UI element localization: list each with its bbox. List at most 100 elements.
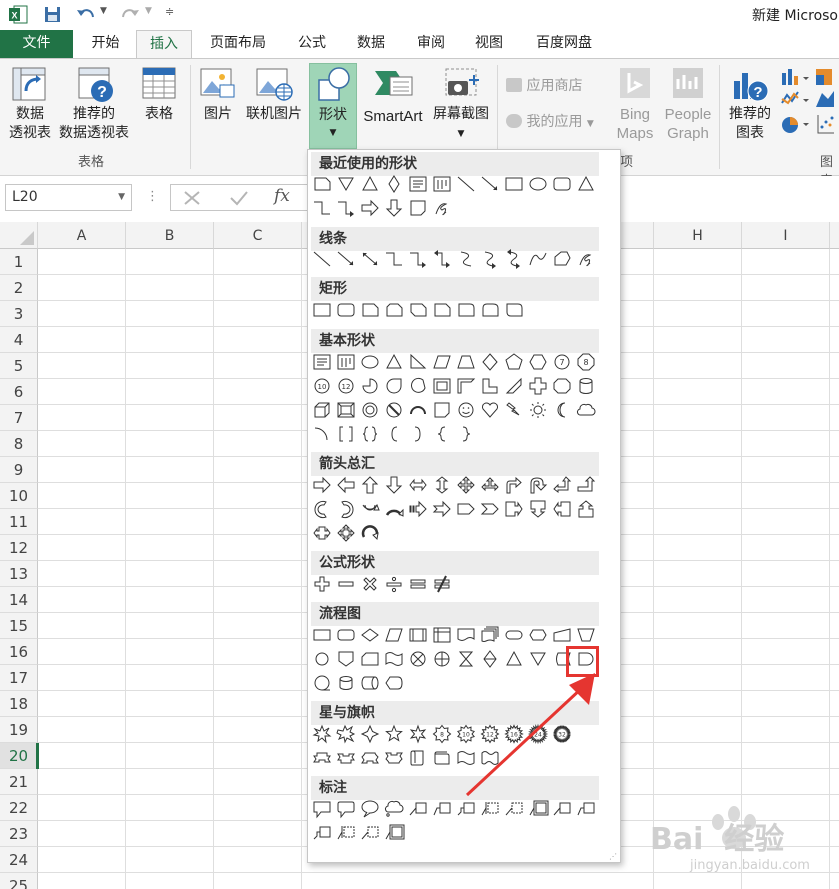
shape-circArrow[interactable] [361,525,379,541]
shape-lrarrow[interactable] [409,478,427,492]
undo-dropdown-icon[interactable]: ▼ [100,6,107,16]
shape-fOr[interactable] [434,651,450,667]
shape-curveD[interactable] [507,249,520,269]
tab-file[interactable]: 文件 [0,30,73,58]
enter-icon[interactable] [229,190,249,206]
shape-frame[interactable] [433,378,451,394]
shape-plaque[interactable] [553,378,571,394]
shape-plus[interactable] [529,377,547,395]
shape-sun[interactable] [530,402,546,418]
select-all-corner[interactable] [0,222,38,249]
shape-moon[interactable] [557,402,566,418]
tab-formulas[interactable]: 公式 [287,30,337,58]
shape-line[interactable] [313,251,331,267]
shape-eqdiv[interactable] [386,576,402,593]
shape-snip2[interactable] [386,303,403,317]
shape-uturn[interactable] [530,477,548,494]
shape-calloutR[interactable] [505,501,523,517]
shape-rround[interactable] [458,303,475,317]
shape-fTape[interactable] [385,652,403,666]
shape-heart[interactable] [482,402,498,418]
redo-dropdown-icon[interactable]: ▼ [145,6,152,16]
row-header-2[interactable]: 2 [0,275,38,301]
tab-baidu-netdisk[interactable]: 百度网盘 [524,30,604,58]
shape-calloutU[interactable] [578,500,594,518]
column-header-a[interactable]: A [38,222,126,249]
row-header-7[interactable]: 7 [0,405,38,431]
column-header-b[interactable]: B [126,222,214,249]
row-header-24[interactable]: 24 [0,847,38,873]
shape-calloutD[interactable] [530,500,546,518]
shape-curvD[interactable] [385,508,404,517]
shape-elbowA[interactable] [338,201,354,217]
shape-snip3[interactable] [410,303,427,317]
shape-star5[interactable] [385,724,403,742]
name-box[interactable]: L20 ▼ [5,184,132,211]
my-apps-button[interactable]: 我的应用 ▼ [506,113,610,135]
shape-ribbonCU[interactable] [361,752,379,764]
shape-lshape[interactable] [482,378,498,394]
recommended-charts-button[interactable]: ? 推荐的 图表 [722,65,778,145]
shape-rect[interactable] [313,303,331,317]
shape-fPrep[interactable] [529,629,547,641]
shape-cRect[interactable] [313,801,331,819]
shape-n12[interactable]: 12 [338,378,354,394]
shape-brc2[interactable] [362,426,378,442]
shape-fold[interactable] [410,200,426,216]
shape-halfframe[interactable] [457,378,476,394]
smartart-button[interactable]: SmartArt [358,65,428,145]
shape-lup[interactable] [553,476,572,493]
shape-curve[interactable] [460,251,472,267]
row-header-13[interactable]: 13 [0,561,38,587]
shape-fDisplay[interactable] [385,676,403,690]
shape-n10[interactable]: 10 [314,378,330,394]
column-header-i[interactable]: I [742,222,830,249]
shape-eqeq[interactable] [410,579,426,589]
shape-notchR[interactable] [432,500,451,518]
shape-fMerge[interactable] [530,652,546,666]
shape-scribble[interactable] [435,203,448,216]
shape-larrow[interactable] [337,476,355,494]
pivot-table-button[interactable]: 数据 透视表 [2,65,58,145]
shape-line[interactable] [457,176,475,192]
shape-freeform[interactable] [554,251,571,266]
shape-curveA[interactable] [484,251,496,269]
tab-page-layout[interactable]: 页面布局 [198,30,278,58]
shape-ribbonCD[interactable] [385,752,403,764]
shape-cDash[interactable] [361,826,379,840]
shape-cOval[interactable] [361,800,379,818]
shape-rroundD[interactable] [506,303,523,317]
shape-snipR[interactable] [434,303,451,317]
shape-donut[interactable] [362,402,378,418]
shape-calloutLR[interactable] [313,526,331,540]
shape-diagstripe[interactable] [505,377,522,394]
row-header-18[interactable]: 18 [0,691,38,717]
recommended-pivot-button[interactable]: ? 推荐的 数据透视表 [56,65,132,145]
shape-chevron[interactable] [480,503,499,515]
shape-itri[interactable] [338,177,354,191]
shape-cube[interactable] [314,402,330,418]
row-header-22[interactable]: 22 [0,795,38,821]
shape-ribbonU[interactable] [313,752,331,763]
shape-scrollH[interactable] [434,751,450,765]
row-header-8[interactable]: 8 [0,431,38,457]
row-header-17[interactable]: 17 [0,665,38,691]
shape-rbrk[interactable] [414,426,421,442]
customize-qat-icon[interactable]: ≑ [165,5,174,18]
shape-arrowline[interactable] [337,251,354,266]
shape-vtextbox[interactable] [433,176,451,192]
shape-fDecision[interactable] [361,628,379,642]
shape-vtextbox[interactable] [337,354,355,370]
app-store-button[interactable]: 应用商店 [506,77,602,99]
shape-trap[interactable] [457,355,475,369]
shape-fMulti[interactable] [481,626,499,642]
shape-nosym[interactable] [386,402,402,418]
shape-tri[interactable] [362,175,378,191]
shape-fCollate[interactable] [458,651,474,667]
shape-eqplus[interactable] [314,576,330,592]
bing-maps-button[interactable]: Bing Maps [612,65,658,145]
shape-snip1[interactable] [362,303,379,317]
tab-home[interactable]: 开始 [78,30,133,58]
save-icon[interactable] [44,6,61,23]
shape-fDoc[interactable] [457,628,475,641]
